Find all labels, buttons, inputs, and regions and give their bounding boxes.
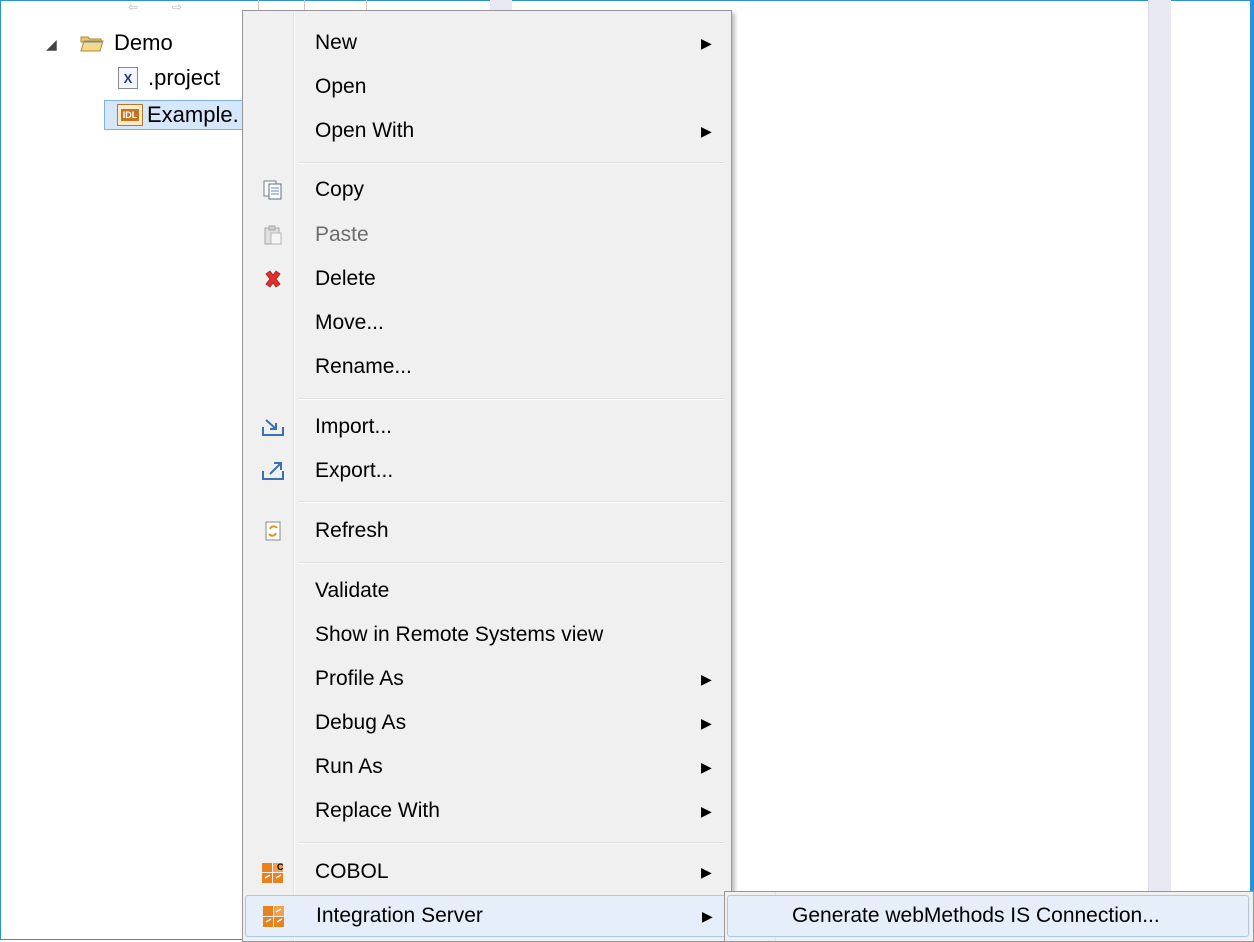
tree-item-label: Example. bbox=[147, 102, 239, 127]
cobol-icon: C bbox=[261, 860, 285, 884]
menu-item-move[interactable]: Move... bbox=[245, 302, 729, 344]
menu-item-refresh[interactable]: Refresh bbox=[245, 510, 729, 552]
copy-icon bbox=[261, 178, 285, 202]
submenu-arrow-icon: ▶ bbox=[701, 122, 712, 139]
menu-item-integration-server[interactable]: Integration Server ▶ bbox=[245, 895, 729, 937]
expand-collapse-icon[interactable]: ◢ bbox=[46, 36, 57, 53]
menu-item-delete[interactable]: Delete bbox=[245, 258, 729, 300]
integration-server-icon bbox=[262, 904, 286, 928]
menu-item-new[interactable]: New ▶ bbox=[245, 22, 729, 64]
folder-open-icon bbox=[80, 34, 104, 52]
submenu-arrow-icon: ▶ bbox=[701, 802, 712, 819]
menu-separator bbox=[298, 162, 724, 164]
menu-item-label: Refresh bbox=[315, 519, 389, 542]
menu-item-copy[interactable]: Copy bbox=[245, 169, 729, 211]
delete-icon bbox=[261, 267, 285, 291]
menu-item-debug-as[interactable]: Debug As ▶ bbox=[245, 702, 729, 744]
menu-item-replace-with[interactable]: Replace With ▶ bbox=[245, 790, 729, 832]
menu-separator bbox=[298, 562, 724, 564]
menu-item-label: Validate bbox=[315, 579, 390, 602]
menu-item-label: Export... bbox=[315, 459, 394, 482]
context-menu: New ▶ Open Open With ▶ Copy Paste Delete… bbox=[242, 10, 732, 942]
menu-item-label: Open With bbox=[315, 119, 415, 142]
menu-item-open[interactable]: Open bbox=[245, 66, 729, 108]
idl-file-icon: IDL bbox=[117, 104, 143, 126]
menu-item-run-as[interactable]: Run As ▶ bbox=[245, 746, 729, 788]
menu-item-label: Profile As bbox=[315, 667, 404, 690]
tree-item-label: Demo bbox=[114, 30, 173, 55]
submenu-arrow-icon: ▶ bbox=[701, 670, 712, 687]
menu-item-label: Generate webMethods IS Connection... bbox=[792, 904, 1160, 927]
menu-item-label: Paste bbox=[315, 223, 369, 246]
menu-item-open-with[interactable]: Open With ▶ bbox=[245, 110, 729, 152]
submenu-arrow-icon: ▶ bbox=[701, 714, 712, 731]
tree-item-example-idl[interactable]: IDL Example. bbox=[104, 100, 244, 130]
menu-separator bbox=[298, 501, 724, 503]
submenu-arrow-icon: ▶ bbox=[701, 758, 712, 775]
menu-item-validate[interactable]: Validate bbox=[245, 570, 729, 612]
tree-item-project-file[interactable]: X .project bbox=[118, 63, 220, 93]
xml-file-icon: X bbox=[118, 67, 138, 89]
menu-item-label: Rename... bbox=[315, 355, 412, 378]
menu-item-label: Delete bbox=[315, 267, 376, 290]
menu-item-label: COBOL bbox=[315, 860, 389, 883]
tree-item-demo[interactable]: Demo bbox=[80, 28, 173, 58]
menu-separator bbox=[298, 398, 724, 400]
integration-server-submenu: Generate webMethods IS Connection... bbox=[724, 891, 1254, 942]
menu-separator bbox=[298, 842, 724, 844]
menu-item-label: Open bbox=[315, 75, 367, 98]
forward-arrow-icon[interactable]: ⇨ bbox=[172, 0, 182, 14]
back-arrow-icon[interactable]: ⇦ bbox=[128, 0, 138, 14]
menu-item-label: Run As bbox=[315, 755, 383, 778]
menu-item-label: Integration Server bbox=[316, 904, 483, 927]
editor-ruler-strip bbox=[1148, 0, 1171, 942]
paste-icon bbox=[261, 223, 285, 247]
submenu-arrow-icon: ▶ bbox=[701, 34, 712, 51]
export-icon bbox=[261, 459, 285, 483]
menu-item-label: New bbox=[315, 31, 358, 54]
menu-item-rename[interactable]: Rename... bbox=[245, 346, 729, 388]
window-border-right bbox=[1250, 0, 1254, 942]
menu-item-label: Debug As bbox=[315, 711, 407, 734]
menu-item-label: Import... bbox=[315, 415, 393, 438]
menu-item-profile-as[interactable]: Profile As ▶ bbox=[245, 658, 729, 700]
import-icon bbox=[261, 415, 285, 439]
menu-item-paste[interactable]: Paste bbox=[245, 214, 729, 256]
menu-item-label: Copy bbox=[315, 178, 365, 201]
submenu-arrow-icon: ▶ bbox=[701, 863, 712, 880]
menu-item-label: Replace With bbox=[315, 799, 440, 822]
menu-item-cobol[interactable]: C COBOL ▶ bbox=[245, 851, 729, 893]
menu-item-import[interactable]: Import... bbox=[245, 406, 729, 448]
menu-item-show-in-remote-systems[interactable]: Show in Remote Systems view bbox=[245, 614, 729, 656]
tree-item-label: .project bbox=[148, 65, 221, 90]
menu-item-generate-webmethods-is-connection[interactable]: Generate webMethods IS Connection... bbox=[727, 895, 1249, 937]
refresh-icon bbox=[261, 519, 285, 543]
menu-item-label: Show in Remote Systems view bbox=[315, 623, 604, 646]
submenu-arrow-icon: ▶ bbox=[702, 907, 713, 924]
menu-item-export[interactable]: Export... bbox=[245, 450, 729, 492]
svg-text:C: C bbox=[277, 862, 284, 872]
menu-item-label: Move... bbox=[315, 311, 384, 334]
